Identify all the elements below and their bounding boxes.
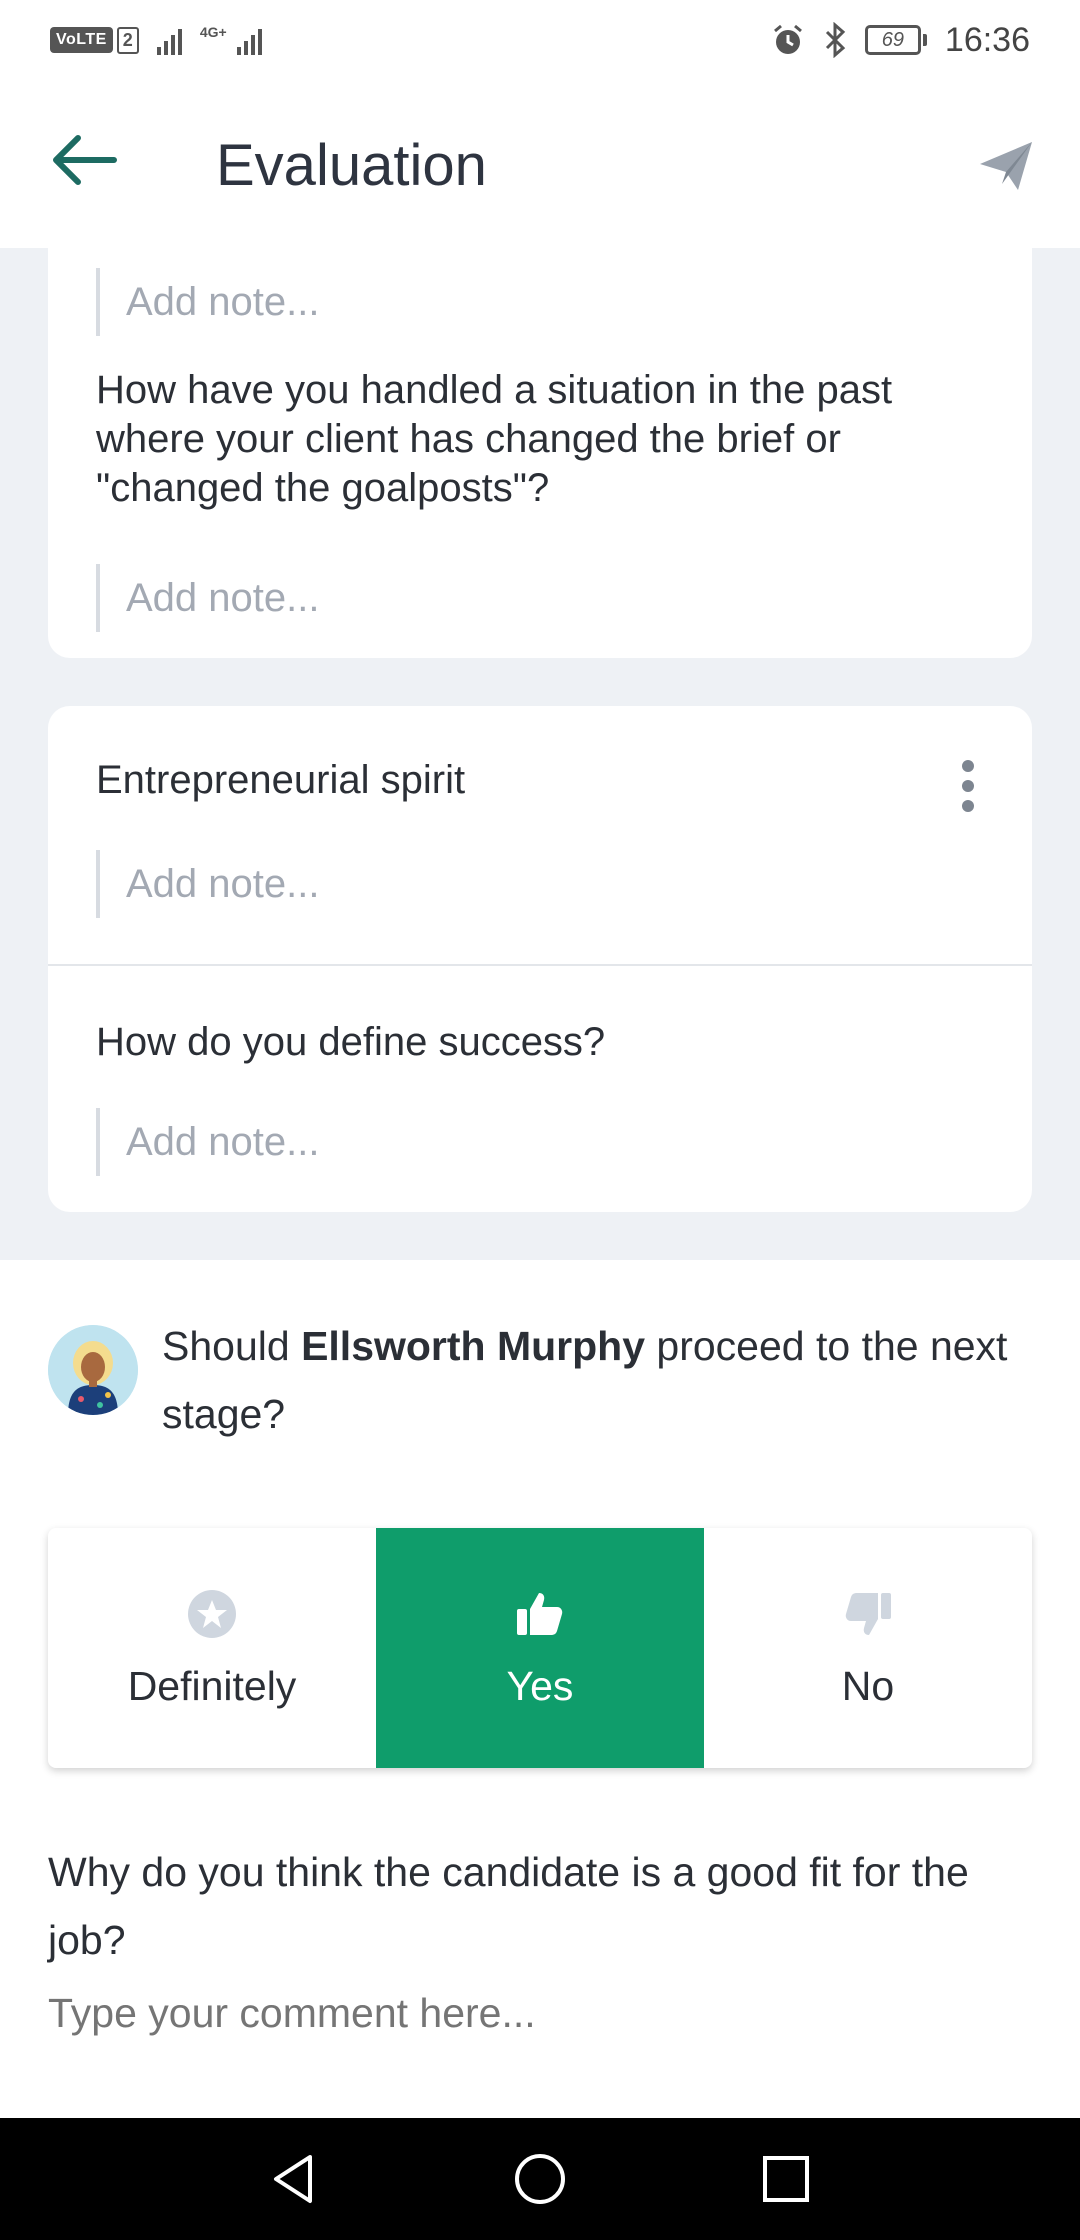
status-right: 69 16:36: [771, 21, 1030, 60]
thumbs-down-icon: [845, 1592, 891, 1635]
nav-home-icon[interactable]: [512, 2151, 568, 2207]
volte-indicator: VoLTE 2: [50, 26, 139, 54]
alarm-icon: [773, 24, 802, 54]
option-yes-button[interactable]: Yes: [376, 1528, 704, 1768]
app-bar: Evaluation: [0, 80, 1080, 248]
avatar: [48, 1325, 138, 1415]
network-type: 4G+: [199, 24, 227, 40]
back-arrow-icon[interactable]: [48, 130, 120, 190]
option-label: Yes: [506, 1662, 574, 1709]
signal-icon: [156, 25, 182, 55]
divider: [48, 964, 1032, 966]
option-no-button[interactable]: No: [704, 1528, 1032, 1768]
question-text: How do you define success?: [96, 1020, 606, 1064]
section-card: Entrepreneurial spirit Add note... How d…: [48, 706, 1032, 1212]
prompt-prefix: Should: [162, 1323, 302, 1369]
decision-prompt: Should Ellsworth Murphy proceed to the n…: [162, 1312, 1022, 1448]
sim-slot: 2: [116, 26, 139, 54]
thumbs-up-icon: [517, 1592, 563, 1635]
nav-back-icon[interactable]: [266, 2151, 322, 2207]
note-input[interactable]: Add note...: [96, 1108, 976, 1176]
nav-recents-icon[interactable]: [758, 2151, 814, 2207]
page-title: Evaluation: [216, 133, 487, 198]
battery-icon: 69: [864, 25, 927, 55]
candidate-name: Ellsworth Murphy: [301, 1323, 646, 1369]
option-label: No: [841, 1662, 895, 1709]
candidate-avatar-icon: [48, 1325, 138, 1415]
note-input[interactable]: Add note...: [96, 850, 976, 918]
note-input[interactable]: Add note...: [96, 268, 976, 336]
send-icon[interactable]: [978, 138, 1034, 194]
option-label: Definitely: [127, 1662, 297, 1709]
status-bar: VoLTE 2 4G+ 69 16:36: [0, 0, 1080, 80]
comment-input[interactable]: [48, 1990, 1032, 2037]
comment-question: Why do you think the candidate is a good…: [48, 1849, 969, 1963]
note-input[interactable]: Add note...: [96, 564, 976, 632]
question-card: Add note... How have you handled a situa…: [48, 248, 1032, 658]
evaluation-scroll-area[interactable]: Add note... How have you handled a situa…: [0, 248, 1080, 1260]
star-badge-icon: [188, 1589, 236, 1638]
question-text: How have you handled a situation in the …: [96, 368, 893, 510]
bluetooth-icon: [825, 22, 846, 58]
section-title: Entrepreneurial spirit: [96, 758, 466, 802]
option-definitely-button[interactable]: Definitely: [48, 1528, 376, 1768]
system-nav-bar: [0, 2118, 1080, 2240]
volte-label: VoLTE: [50, 27, 113, 53]
status-left: VoLTE 2 4G+: [50, 25, 262, 55]
decision-options: Definitely Yes No: [48, 1528, 1032, 1768]
more-options-icon[interactable]: [948, 758, 988, 814]
status-time: 16:36: [944, 20, 1030, 59]
battery-level: 69: [864, 25, 921, 55]
signal-icon-2: [236, 25, 262, 55]
evaluation-screen: VoLTE 2 4G+ 69 16:36 Evaluation Add note…: [0, 0, 1080, 2240]
